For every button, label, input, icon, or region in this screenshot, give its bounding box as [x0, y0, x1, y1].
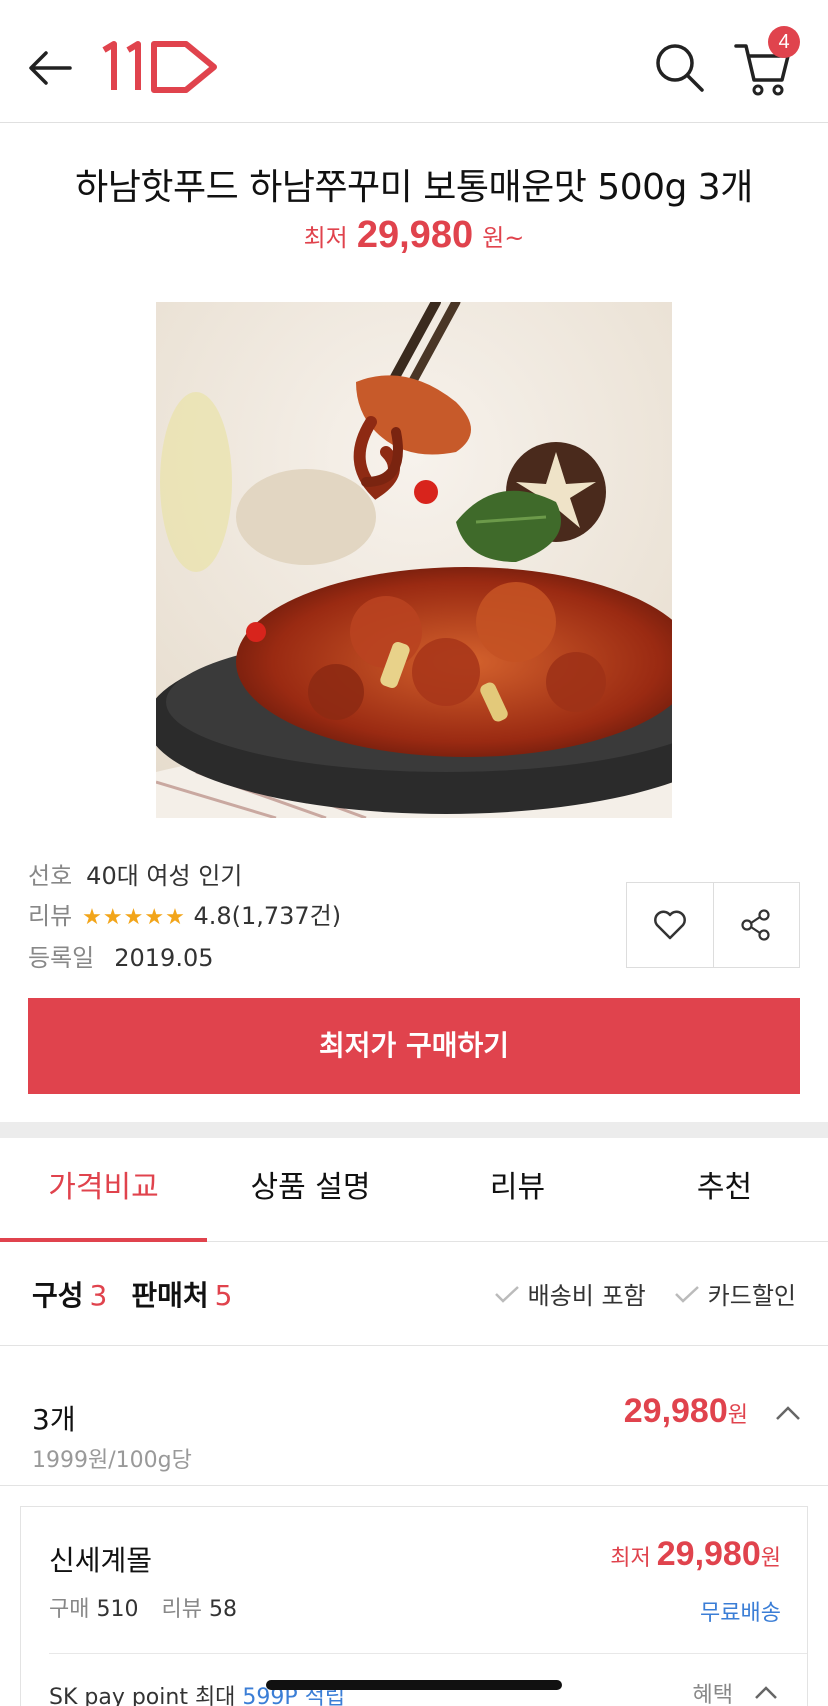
review-row[interactable]: 리뷰 ★★★★★ 4.8(1,737건) [28, 896, 341, 938]
seller-name: 신세계몰 [49, 1544, 153, 1577]
rating-stars: ★★★★★ [82, 905, 186, 930]
like-button[interactable] [627, 883, 713, 967]
review-count: (1,737건) [231, 902, 342, 930]
option-price-value: 29,980 [623, 1392, 728, 1430]
seller-price: 최저 29,980원 [610, 1535, 781, 1574]
card-discount-filter[interactable]: 카드할인 [674, 1276, 796, 1311]
composition-label: 구성 [32, 1279, 84, 1312]
point-text: SK pay point 최대 [49, 1685, 243, 1706]
benefit-label: 혜택 [692, 1683, 733, 1706]
heart-icon [653, 910, 686, 940]
seller-price-unit: 원 [760, 1546, 781, 1571]
count-summary: 구성 3 판매처 5 [32, 1274, 232, 1314]
buy-count: 510 [96, 1597, 139, 1622]
free-shipping-label: 무료배송 [700, 1601, 781, 1626]
filter-options: 배송비 포함 카드할인 [494, 1276, 796, 1311]
seller-price-label: 최저 [610, 1546, 651, 1571]
option-price-unit: 원 [727, 1403, 748, 1428]
seller-label: 판매처 [131, 1279, 209, 1312]
cart-button[interactable]: 4 [732, 26, 800, 98]
search-button[interactable] [650, 38, 710, 98]
card-divider [49, 1653, 807, 1654]
action-buttons [626, 882, 800, 968]
tab-recommend[interactable]: 추천 [621, 1138, 828, 1241]
chevron-up-icon [755, 1686, 777, 1699]
tab-bar: 가격비교 상품 설명 리뷰 추천 [0, 1138, 828, 1242]
option-row[interactable]: 3개 1999원/100g당 29,980원 [0, 1346, 828, 1486]
tab-reviews[interactable]: 리뷰 [414, 1138, 621, 1241]
composition-count: 3 [89, 1279, 108, 1312]
product-image[interactable] [156, 302, 672, 818]
shipping-included-filter[interactable]: 배송비 포함 [494, 1276, 646, 1311]
price-unit: 원~ [482, 224, 525, 252]
review-label: 리뷰 [28, 902, 73, 930]
price-label: 최저 [303, 224, 348, 252]
buy-lowest-button[interactable]: 최저가 구매하기 [28, 998, 800, 1094]
filter-row: 구성 3 판매처 5 배송비 포함 카드할인 [0, 1242, 828, 1346]
seller-card[interactable]: 신세계몰 구매 510 리뷰 58 최저 29,980원 무료배송 SK pay … [20, 1506, 808, 1706]
seller-count: 5 [214, 1279, 233, 1312]
search-icon [656, 44, 704, 92]
back-button[interactable] [22, 40, 78, 96]
section-divider [0, 1122, 828, 1138]
seller-stats: 구매 510 리뷰 58 [49, 1591, 253, 1623]
preference-value: 40대 여성 인기 [86, 862, 243, 890]
date-label: 등록일 [28, 944, 95, 972]
preference-label: 선호 [28, 862, 73, 890]
card-discount-label: 카드할인 [707, 1282, 796, 1310]
tab-price-compare[interactable]: 가격비교 [0, 1138, 207, 1242]
option-price: 29,980원 [624, 1392, 748, 1431]
chevron-up-icon[interactable] [774, 1404, 802, 1426]
seller-review-label: 리뷰 [161, 1597, 202, 1622]
11st-logo[interactable] [100, 40, 220, 96]
share-icon [741, 909, 770, 941]
lowest-price: 최저 29,980 원~ [0, 214, 828, 257]
seller-review-count: 58 [208, 1597, 237, 1622]
product-meta: 선호 40대 여성 인기 리뷰 ★★★★★ 4.8(1,737건) 등록일 2019.… [28, 856, 341, 978]
cart-count-badge: 4 [768, 26, 800, 58]
top-header: 4 [0, 0, 828, 123]
shipping-included-label: 배송비 포함 [527, 1282, 646, 1310]
date-value: 2019.05 [114, 944, 214, 972]
seller-price-value: 29,980 [656, 1535, 761, 1573]
price-value: 29,980 [356, 214, 474, 256]
check-icon [494, 1285, 519, 1303]
product-title: 하남핫푸드 하남쭈꾸미 보통매운맛 500g 3개 [75, 167, 753, 208]
home-indicator [266, 1680, 562, 1690]
benefit-toggle[interactable]: 혜택 [693, 1677, 779, 1706]
check-icon [674, 1285, 699, 1303]
date-row: 등록일 2019.05 [28, 938, 341, 978]
share-button[interactable] [712, 883, 800, 967]
option-unit-price: 1999원/100g당 [32, 1448, 192, 1473]
rating-value: 4.8 [193, 902, 232, 930]
buy-label: 구매 [49, 1597, 90, 1622]
option-name: 3개 [32, 1403, 76, 1436]
preference-row: 선호 40대 여성 인기 [28, 856, 341, 896]
tab-description[interactable]: 상품 설명 [207, 1138, 414, 1241]
arrow-left-icon [29, 51, 72, 85]
